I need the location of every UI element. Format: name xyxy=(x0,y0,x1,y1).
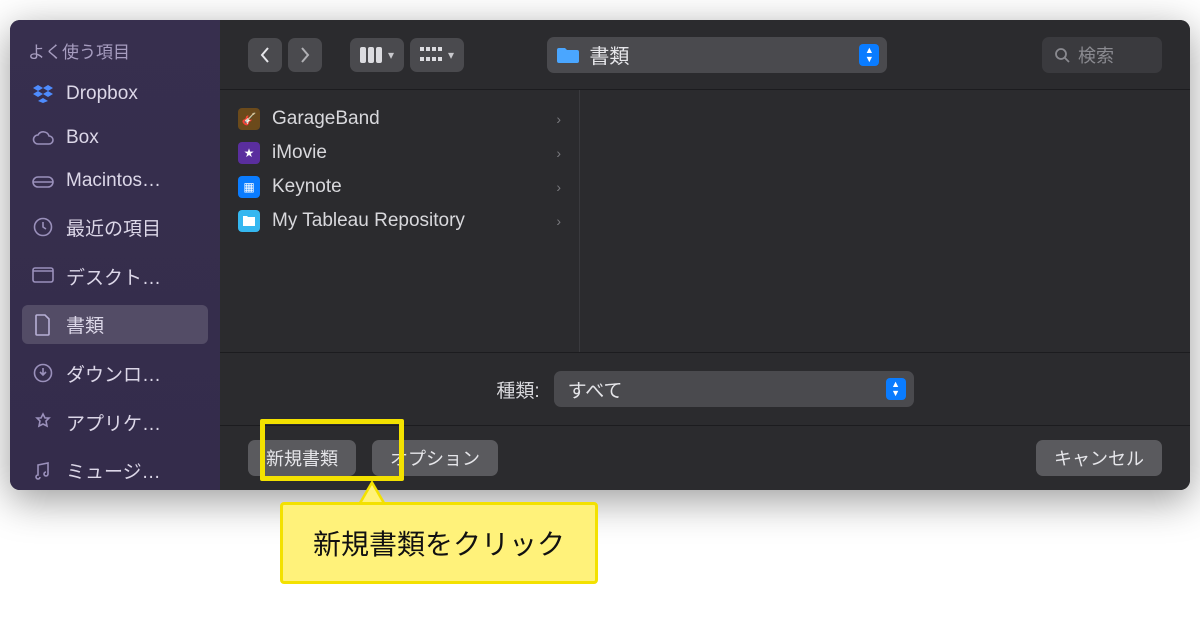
search-placeholder: 検索 xyxy=(1078,42,1114,68)
sidebar-item-label: 最近の項目 xyxy=(66,214,161,241)
options-button[interactable]: オプション xyxy=(372,440,498,476)
folder-icon xyxy=(557,46,579,64)
chevron-right-icon: › xyxy=(556,111,561,127)
file-name: Keynote xyxy=(272,176,544,198)
chevron-right-icon: › xyxy=(556,213,561,229)
sidebar-item-label: デスクト… xyxy=(66,263,161,290)
document-icon xyxy=(32,314,54,336)
sidebar-item-recents[interactable]: 最近の項目 xyxy=(22,208,208,247)
apps-icon xyxy=(32,411,54,433)
toolbar: ▾ ▾ 書類 ▲▼ xyxy=(220,20,1190,90)
back-button[interactable] xyxy=(248,38,282,72)
sidebar-item-applications[interactable]: アプリケ… xyxy=(22,403,208,442)
forward-button[interactable] xyxy=(288,38,322,72)
sidebar-heading: よく使う項目 xyxy=(22,38,208,67)
drive-icon xyxy=(32,170,54,192)
file-open-dialog: よく使う項目 Dropbox Box Macintos… 最近の項目 xyxy=(10,20,1190,490)
annotation-callout: 新規書類をクリック xyxy=(280,502,598,584)
folder-icon: ★ xyxy=(238,142,260,164)
sidebar-item-label: アプリケ… xyxy=(66,409,161,436)
folder-icon: 🎸 xyxy=(238,108,260,130)
file-column-1[interactable]: 🎸 GarageBand › ★ iMovie › ▦ Keynote › xyxy=(220,90,580,352)
new-document-button[interactable]: 新規書類 xyxy=(248,440,356,476)
sidebar-item-label: ミュージ… xyxy=(66,457,161,484)
sidebar-item-label: Box xyxy=(66,127,99,149)
folder-icon xyxy=(238,210,260,232)
updown-icon: ▲▼ xyxy=(859,44,879,66)
location-select[interactable]: 書類 ▲▼ xyxy=(547,37,887,73)
filter-bar: 種類: すべて ▲▼ xyxy=(220,353,1190,426)
nav-buttons xyxy=(248,38,322,72)
updown-icon: ▲▼ xyxy=(886,378,906,400)
sidebar-item-label: 書類 xyxy=(66,311,104,338)
sidebar-item-macintosh[interactable]: Macintos… xyxy=(22,164,208,198)
cancel-button[interactable]: キャンセル xyxy=(1036,440,1162,476)
chevron-down-icon: ▾ xyxy=(388,48,394,62)
chevron-right-icon: › xyxy=(556,179,561,195)
sidebar-item-box[interactable]: Box xyxy=(22,121,208,155)
chevron-down-icon: ▾ xyxy=(448,48,454,62)
clock-icon xyxy=(32,216,54,238)
cloud-icon xyxy=(32,127,54,149)
file-name: iMovie xyxy=(272,142,544,164)
sidebar: よく使う項目 Dropbox Box Macintos… 最近の項目 xyxy=(10,20,220,490)
file-browser: 🎸 GarageBand › ★ iMovie › ▦ Keynote › xyxy=(220,90,1190,353)
file-row[interactable]: ★ iMovie › xyxy=(220,136,579,170)
column-view-button[interactable]: ▾ xyxy=(350,38,404,72)
dropbox-icon xyxy=(32,83,54,105)
sidebar-item-label: ダウンロ… xyxy=(66,360,161,387)
filter-label: 種類: xyxy=(496,376,539,403)
filter-value: すべて xyxy=(568,376,886,403)
folder-icon: ▦ xyxy=(238,176,260,198)
annotation-callout-tail xyxy=(358,480,386,504)
file-row[interactable]: ▦ Keynote › xyxy=(220,170,579,204)
sidebar-item-desktop[interactable]: デスクト… xyxy=(22,257,208,296)
location-label: 書類 xyxy=(589,40,849,69)
desktop-icon xyxy=(32,265,54,287)
search-icon xyxy=(1054,47,1070,63)
download-icon xyxy=(32,362,54,384)
file-type-select[interactable]: すべて ▲▼ xyxy=(554,371,914,407)
search-input[interactable]: 検索 xyxy=(1042,37,1162,73)
sidebar-item-label: Macintos… xyxy=(66,170,161,192)
sidebar-item-downloads[interactable]: ダウンロ… xyxy=(22,354,208,393)
sidebar-item-documents[interactable]: 書類 xyxy=(22,305,208,344)
view-mode-group: ▾ ▾ xyxy=(350,38,464,72)
file-name: GarageBand xyxy=(272,108,544,130)
music-icon xyxy=(32,460,54,482)
sidebar-item-dropbox[interactable]: Dropbox xyxy=(22,77,208,111)
file-row[interactable]: My Tableau Repository › xyxy=(220,204,579,238)
file-name: My Tableau Repository xyxy=(272,210,544,232)
sidebar-item-label: Dropbox xyxy=(66,83,138,105)
chevron-right-icon: › xyxy=(556,145,561,161)
file-row[interactable]: 🎸 GarageBand › xyxy=(220,102,579,136)
sidebar-item-music[interactable]: ミュージ… xyxy=(22,451,208,490)
group-button[interactable]: ▾ xyxy=(410,38,464,72)
file-column-2 xyxy=(580,90,1190,352)
main-panel: ▾ ▾ 書類 ▲▼ xyxy=(220,20,1190,490)
